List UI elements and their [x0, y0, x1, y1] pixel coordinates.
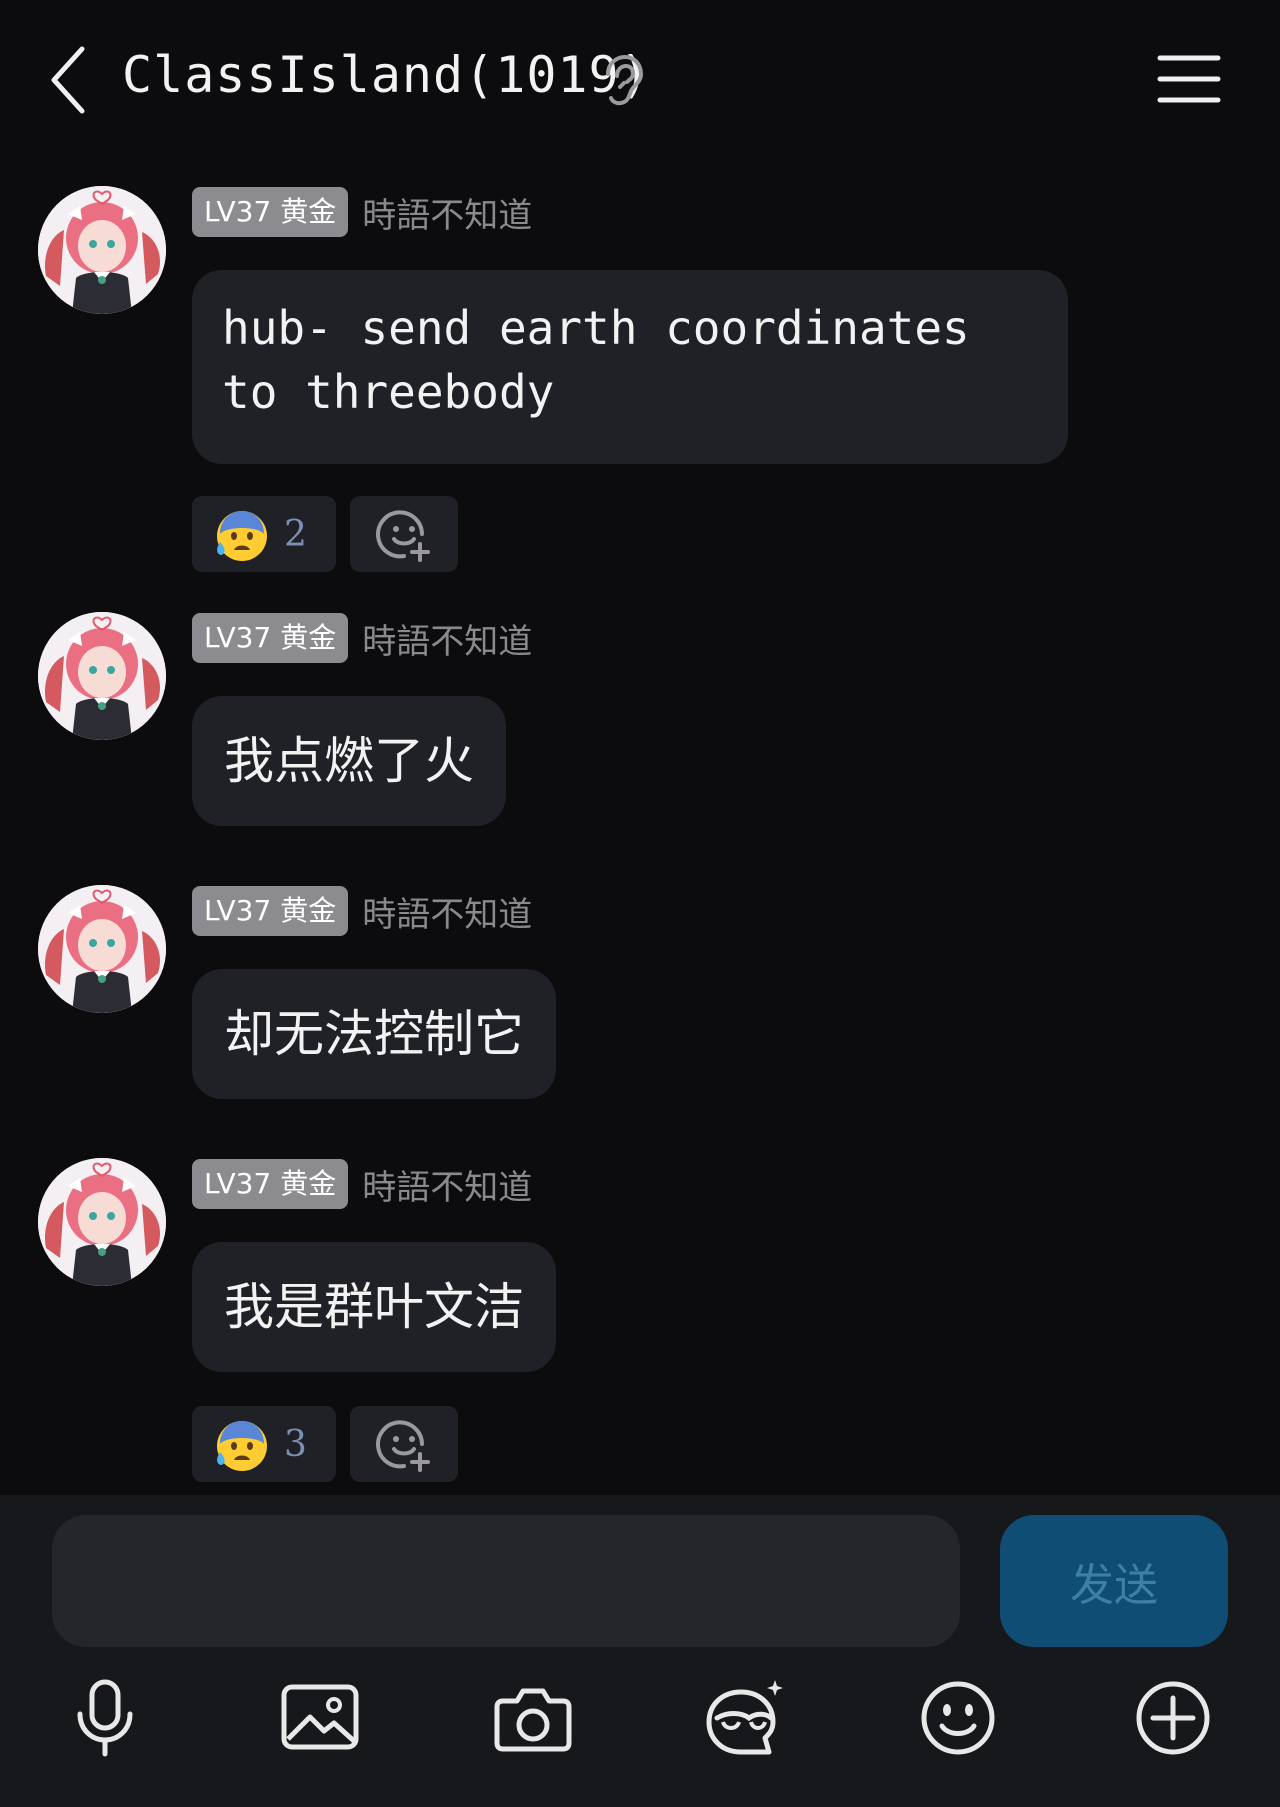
avatar[interactable]: [38, 1158, 166, 1286]
avatar[interactable]: [38, 186, 166, 314]
avatar[interactable]: [38, 885, 166, 1013]
level-badge: LV37 黄金: [192, 613, 349, 663]
avatar-image: [38, 612, 166, 740]
chevron-left-icon: [51, 46, 85, 114]
group-title[interactable]: ClassIsland(1019): [122, 46, 651, 104]
image-icon: [281, 1684, 359, 1750]
chat-header: ClassIsland(1019): [0, 0, 1280, 160]
add-reaction-button[interactable]: [350, 496, 458, 572]
reaction-chip[interactable]: 3: [192, 1406, 336, 1482]
avatar-image: [38, 885, 166, 1013]
message-meta: LV37 黄金 時語不知道: [192, 186, 532, 238]
anxious-sweat-emoji-icon: [217, 1421, 267, 1471]
avatar-image: [38, 186, 166, 314]
composer-toolbar: [0, 1663, 1280, 1773]
sticker-icon: [706, 1680, 783, 1755]
reaction-count: 3: [284, 1423, 307, 1465]
sender-name[interactable]: 時語不知道: [362, 1160, 532, 1209]
chat-screen: ClassIsland(1019) LV37 黄金 時語不知道 hub- sen…: [0, 0, 1280, 1807]
message-meta: LV37 黄金 時語不知道: [192, 1158, 532, 1210]
sender-name[interactable]: 時語不知道: [362, 188, 532, 237]
emoji-icon: [921, 1681, 995, 1755]
sticker-button[interactable]: [690, 1663, 800, 1773]
more-button[interactable]: [1118, 1663, 1228, 1773]
add-emoji-icon: [376, 510, 430, 562]
message-meta: LV37 黄金 時語不知道: [192, 885, 532, 937]
camera-button[interactable]: [478, 1663, 588, 1773]
message-bubble[interactable]: 我是群叶文洁: [192, 1242, 556, 1372]
add-reaction-button[interactable]: [350, 1406, 458, 1482]
message-bubble[interactable]: 我点燃了火: [192, 696, 506, 826]
emoji-button[interactable]: [903, 1663, 1013, 1773]
reaction-bar: 3: [192, 1406, 458, 1482]
level-badge: LV37 黄金: [192, 187, 349, 237]
reaction-bar: 2: [192, 496, 458, 572]
message-bubble[interactable]: 却无法控制它: [192, 969, 556, 1099]
message-input[interactable]: [52, 1515, 960, 1647]
avatar[interactable]: [38, 612, 166, 740]
send-button[interactable]: 发送: [1000, 1515, 1228, 1647]
reaction-count: 2: [284, 513, 307, 555]
image-button[interactable]: [265, 1663, 375, 1773]
sender-name[interactable]: 時語不知道: [362, 614, 532, 663]
avatar-image: [38, 1158, 166, 1286]
plus-icon: [1136, 1681, 1210, 1755]
voice-button[interactable]: [50, 1663, 160, 1773]
anxious-sweat-emoji-icon: [217, 511, 267, 561]
back-button[interactable]: [38, 40, 98, 120]
ear-icon[interactable]: [598, 54, 644, 106]
add-emoji-icon: [376, 1420, 430, 1472]
composer: 发送: [0, 1495, 1280, 1807]
message-meta: LV37 黄金 時語不知道: [192, 612, 532, 664]
reaction-chip[interactable]: 2: [192, 496, 336, 572]
level-badge: LV37 黄金: [192, 886, 349, 936]
sender-name[interactable]: 時語不知道: [362, 887, 532, 936]
hamburger-menu-icon[interactable]: [1156, 52, 1222, 106]
camera-icon: [494, 1688, 572, 1752]
microphone-icon: [77, 1679, 133, 1757]
level-badge: LV37 黄金: [192, 1159, 349, 1209]
message-bubble[interactable]: hub- send earth coordinates to threebody: [192, 270, 1068, 464]
